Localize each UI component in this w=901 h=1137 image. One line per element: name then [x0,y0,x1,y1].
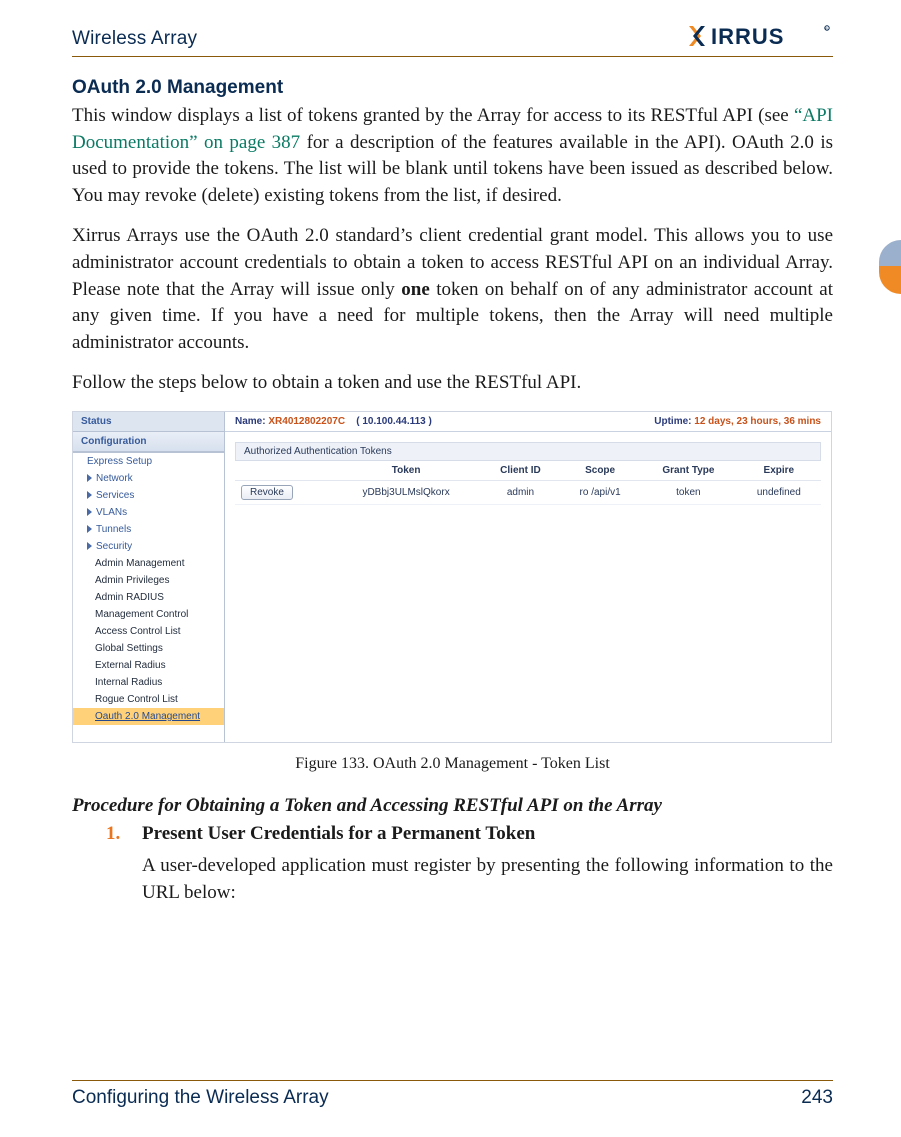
sidebar-item-network[interactable]: Network [73,470,224,487]
step-body: A user-developed application must regist… [142,853,833,906]
sidebar-subitem[interactable]: External Radius [73,657,224,674]
figure: Status Configuration Express Setup Netwo… [72,411,833,773]
footer-section: Configuring the Wireless Array [72,1087,329,1109]
col-grant-type: Grant Type [640,461,737,481]
thumb-tab-icon [879,240,901,294]
sidebar-item-label: Express Setup [87,456,152,467]
section-heading: OAuth 2.0 Management [72,77,833,99]
col-expire: Expire [737,461,821,481]
revoke-button[interactable]: Revoke [241,485,293,500]
cell-scope: ro /api/v1 [560,480,640,504]
tokens-table: Token Client ID Scope Grant Type Expire … [235,461,821,505]
col-client-id: Client ID [481,461,560,481]
svg-text:R: R [825,27,828,31]
name-label: Name: [235,416,266,427]
sidebar-item-label: Services [96,490,134,501]
procedure-heading: Procedure for Obtaining a Token and Acce… [72,795,833,817]
chevron-right-icon [87,542,92,550]
table-header-row: Token Client ID Scope Grant Type Expire [235,461,821,481]
step-title: Present User Credentials for a Permanent… [142,823,535,845]
step: 1. Present User Credentials for a Perman… [106,823,833,845]
sidebar-section-status[interactable]: Status [73,412,224,432]
device-ip: ( 10.100.44.113 ) [356,416,432,427]
sidebar-subitem[interactable]: Rogue Control List [73,691,224,708]
paragraph: Follow the steps below to obtain a token… [72,370,833,397]
sidebar-item-express-setup[interactable]: Express Setup [73,453,224,470]
figure-caption: Figure 133. OAuth 2.0 Management - Token… [72,755,833,773]
col-token: Token [331,461,481,481]
sidebar-subitem[interactable]: Internal Radius [73,674,224,691]
cell-client: admin [481,480,560,504]
main-panel: Name: XR4012802207C ( 10.100.44.113 ) Up… [225,412,831,742]
sidebar-item-label: VLANs [96,507,127,518]
sidebar-subitem[interactable]: Management Control [73,606,224,623]
svg-text:IRRUS: IRRUS [711,24,784,49]
sidebar-subitem[interactable]: Global Settings [73,640,224,657]
sidebar-subitem[interactable]: Admin Privileges [73,572,224,589]
text: This window displays a list of tokens gr… [72,105,794,126]
chevron-right-icon [87,474,92,482]
sidebar-subitem-oauth[interactable]: Oauth 2.0 Management [73,708,224,725]
chevron-right-icon [87,491,92,499]
col-blank [235,461,331,481]
table-row: Revoke yDBbj3ULMslQkorx admin ro /api/v1… [235,480,821,504]
cell-grant: token [640,480,737,504]
uptime-label: Uptime: [654,416,691,427]
screenshot-panel: Status Configuration Express Setup Netwo… [72,411,832,743]
sidebar-item-security[interactable]: Security [73,538,224,555]
sidebar-item-services[interactable]: Services [73,487,224,504]
sidebar-item-label: Network [96,473,133,484]
page-number: 243 [801,1087,833,1109]
device-name: XR4012802207C [268,416,345,427]
step-number: 1. [106,823,128,845]
sidebar-subitem[interactable]: Admin Management [73,555,224,572]
sidebar-item-tunnels[interactable]: Tunnels [73,521,224,538]
chevron-right-icon [87,508,92,516]
brand-logo: IRRUS R [677,22,833,50]
status-bar: Name: XR4012802207C ( 10.100.44.113 ) Up… [225,412,831,432]
panel-title: Authorized Authentication Tokens [235,442,821,461]
uptime-value: 12 days, 23 hours, 36 mins [694,416,821,427]
sidebar: Status Configuration Express Setup Netwo… [73,412,225,742]
paragraph: Xirrus Arrays use the OAuth 2.0 standard… [72,223,833,356]
sidebar-subitem[interactable]: Admin RADIUS [73,589,224,606]
page-footer: Configuring the Wireless Array 243 [72,1080,833,1109]
sidebar-item-label: Tunnels [96,524,131,535]
chevron-right-icon [87,525,92,533]
sidebar-item-vlans[interactable]: VLANs [73,504,224,521]
sidebar-section-configuration[interactable]: Configuration [73,432,224,452]
sidebar-item-label: Security [96,541,132,552]
sidebar-subitem[interactable]: Access Control List [73,623,224,640]
emphasis: one [401,279,430,300]
cell-token: yDBbj3ULMslQkorx [331,480,481,504]
running-head: Wireless Array [72,28,197,50]
page-header: Wireless Array IRRUS R [72,22,833,57]
col-scope: Scope [560,461,640,481]
paragraph: This window displays a list of tokens gr… [72,103,833,209]
cell-expire: undefined [737,480,821,504]
